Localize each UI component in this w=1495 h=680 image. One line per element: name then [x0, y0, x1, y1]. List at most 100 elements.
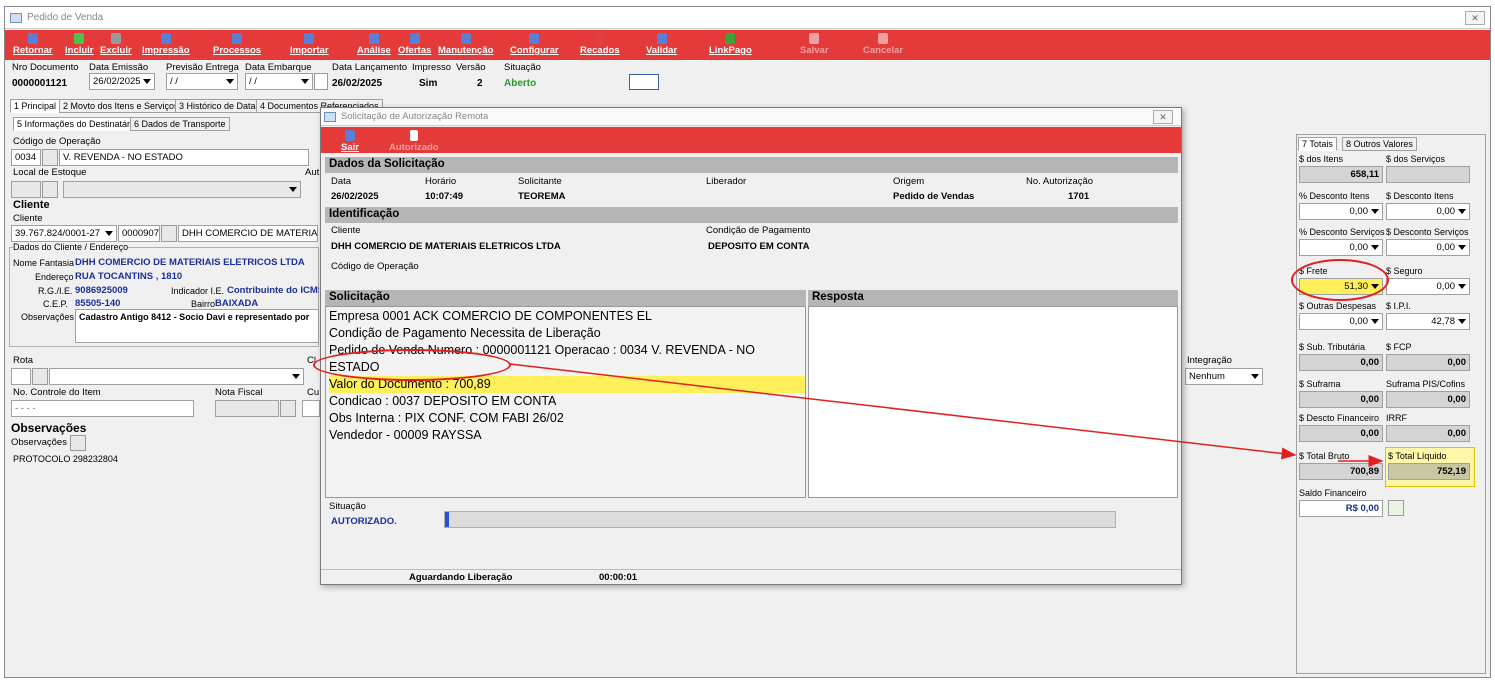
situacao-value: Aberto — [504, 78, 537, 89]
sub-trib-value: 0,00 — [1299, 354, 1383, 371]
salvar-button[interactable]: Salvar — [800, 33, 829, 56]
tab-transporte[interactable]: 6 Dados de Transporte — [130, 117, 230, 131]
data-lanc-value: 26/02/2025 — [332, 78, 383, 89]
desc-itens-field[interactable]: 0,00 — [1386, 203, 1470, 220]
toolbar-button-an-lise[interactable]: Análise — [357, 33, 391, 56]
toolbar-button-configurar[interactable]: Configurar — [510, 33, 559, 56]
calendar-icon[interactable] — [314, 73, 328, 90]
toolbar-button-excluir[interactable]: Excluir — [100, 33, 132, 56]
pct-desc-itens-field[interactable]: 0,00 — [1299, 203, 1383, 220]
toolbar-button-retornar[interactable]: Retornar — [13, 33, 53, 56]
solicitacao-line: Vendedor - 00009 RAYSSA — [329, 428, 482, 442]
situacao-label: Situação — [504, 62, 541, 73]
cu-label: Cu — [307, 387, 320, 398]
tab-historico[interactable]: 3 Histórico de Datas — [175, 99, 265, 113]
situacao-value: AUTORIZADO. — [331, 516, 397, 527]
observacoes-area[interactable] — [9, 451, 321, 553]
toolbar-button-impress-o[interactable]: Impressão — [142, 33, 190, 56]
cnpj-field[interactable]: 39.767.824/0001-27 — [11, 225, 117, 242]
tab-movto[interactable]: 2 Movto dos Itens e Serviços — [59, 99, 183, 113]
aut-label: Aut — [305, 167, 320, 178]
toolbar-button-importar[interactable]: Importar — [290, 33, 329, 56]
toolbar-icon — [656, 33, 667, 44]
ipi-field[interactable]: 42,78 — [1386, 313, 1470, 330]
total-liquido-value: 752,19 — [1388, 463, 1470, 480]
document-icon[interactable] — [280, 400, 296, 417]
close-icon[interactable]: ✕ — [1465, 11, 1485, 25]
toolbar-button-processos[interactable]: Processos — [213, 33, 261, 56]
window-title: Pedido de Venda — [27, 12, 104, 23]
dialog-close-icon[interactable]: ✕ — [1153, 110, 1173, 124]
cod-op-desc-field[interactable]: V. REVENDA - NO ESTADO — [59, 149, 309, 166]
cod-op-label: Código de Operação — [13, 136, 101, 147]
local-estoque-field[interactable] — [63, 181, 301, 198]
cancelar-button[interactable]: Cancelar — [863, 33, 903, 56]
prev-entrega-field[interactable]: / / — [166, 73, 238, 90]
desc-fin-value: 0,00 — [1299, 425, 1383, 442]
irrf-value: 0,00 — [1386, 425, 1470, 442]
search-icon[interactable] — [70, 435, 86, 451]
dos-servicos-value — [1386, 166, 1470, 183]
toolbar-button-linkpago[interactable]: LinkPago — [709, 33, 752, 56]
solicitacao-heading: Solicitação — [325, 290, 806, 306]
data-embarque-field[interactable]: / / — [245, 73, 313, 90]
solicitante-value: TEOREMA — [518, 191, 566, 202]
liberador-label: Liberador — [706, 176, 747, 187]
protocolo-text: PROTOCOLO 298232804 — [13, 454, 118, 464]
controle-field[interactable]: - - - - — [11, 400, 194, 417]
no-aut-label: No. Autorização — [1026, 176, 1094, 187]
impresso-label: Impresso — [412, 62, 452, 73]
tab-principal[interactable]: 1 Principal — [10, 99, 61, 113]
progress-fill — [445, 512, 449, 527]
dos-itens-value: 658,11 — [1299, 166, 1383, 183]
toolbar-button-recados[interactable]: Recados — [580, 33, 620, 56]
timer-text: 00:00:01 — [599, 572, 638, 583]
search-icon[interactable] — [42, 181, 58, 198]
toolbar-icon — [594, 33, 605, 44]
pct-desc-serv-field[interactable]: 0,00 — [1299, 239, 1383, 256]
cliente-name-field[interactable]: DHH COMERCIO DE MATERIAIS EL — [178, 225, 318, 242]
rota-code-field[interactable] — [11, 368, 31, 385]
total-bruto-label: $ Total Bruto — [1299, 451, 1350, 461]
bairro-value: BAIXADA — [215, 298, 259, 309]
cod-op-field[interactable]: 0034 — [11, 149, 41, 166]
data-lanc-label: Data Lançamento — [332, 62, 407, 73]
obs-label: Observações — [21, 312, 75, 322]
nome-fantasia-label: Nome Fantasia — [13, 258, 75, 268]
tab-destinatario[interactable]: 5 Informações do Destinatário — [13, 117, 142, 131]
resposta-text[interactable] — [808, 306, 1178, 498]
rota-label: Rota — [13, 355, 34, 366]
data-emissao-field[interactable]: 26/02/2025 — [89, 73, 155, 90]
obs-field[interactable]: Cadastro Antigo 8412 - Socio Davi e repr… — [75, 309, 319, 343]
pct-desc-itens-label: % Desconto Itens — [1299, 191, 1370, 201]
autorizado-button[interactable]: Autorizado — [389, 130, 439, 153]
fcp-label: $ FCP — [1386, 342, 1412, 352]
toolbar-icon — [409, 33, 420, 44]
suframa-pis-label: Suframa PIS/Cofins — [1386, 379, 1466, 389]
toolbar-button-ofertas[interactable]: Ofertas — [398, 33, 431, 56]
tab-outros-valores[interactable]: 8 Outros Valores — [1342, 137, 1417, 151]
rota-field[interactable] — [49, 368, 304, 385]
tab-totais[interactable]: 7 Totais — [1298, 137, 1337, 151]
toolbar-button-validar[interactable]: Validar — [646, 33, 677, 56]
search-icon[interactable] — [32, 368, 48, 385]
toolbar-button-incluir[interactable]: Incluir — [65, 33, 94, 56]
dialog-status-bar: Aguardando Liberação 00:00:01 — [321, 569, 1181, 584]
sair-button[interactable]: Sair — [341, 130, 359, 153]
integracao-select[interactable]: Nenhum — [1185, 368, 1263, 385]
cu-field[interactable] — [302, 400, 320, 417]
nota-fiscal-field[interactable] — [215, 400, 279, 417]
toolbar-button-manuten-o[interactable]: Manutenção — [438, 33, 493, 56]
desc-serv-field[interactable]: 0,00 — [1386, 239, 1470, 256]
money-icon[interactable] — [1388, 500, 1404, 516]
seguro-field[interactable]: 0,00 — [1386, 278, 1470, 295]
list-menu-icon[interactable] — [629, 74, 659, 90]
cliente-code-field[interactable]: 0000907 — [118, 225, 160, 242]
search-icon[interactable] — [42, 149, 58, 166]
search-icon[interactable] — [161, 225, 177, 242]
outras-despesas-field[interactable]: 0,00 — [1299, 313, 1383, 330]
local-estoque-code[interactable] — [11, 181, 41, 198]
toolbar-icon — [460, 33, 471, 44]
origem-value: Pedido de Vendas — [893, 191, 975, 202]
nome-fantasia-value: DHH COMERCIO DE MATERIAIS ELETRICOS LTDA — [75, 257, 305, 268]
